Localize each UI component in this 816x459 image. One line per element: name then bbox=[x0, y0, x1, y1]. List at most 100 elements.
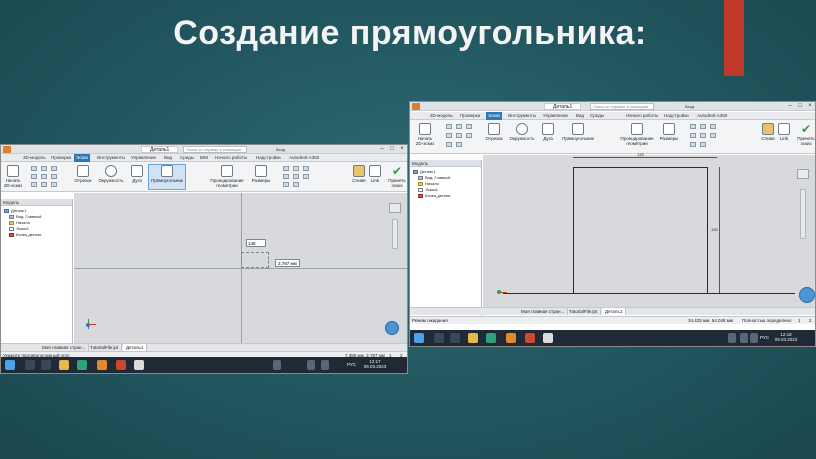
tool-icon[interactable] bbox=[31, 182, 37, 187]
tab-sketch[interactable]: Эскиз bbox=[74, 154, 91, 162]
constraint-icon[interactable] bbox=[710, 133, 716, 138]
create-button[interactable]: Create bbox=[351, 165, 367, 183]
start-2d-sketch-button[interactable]: Начать 2D-эскиз bbox=[414, 123, 436, 146]
tab-sketch[interactable]: Эскиз bbox=[486, 112, 503, 120]
project-geometry-button[interactable]: Проецирование геометрии bbox=[616, 123, 658, 146]
tab-inspect[interactable]: Проверка bbox=[460, 112, 480, 120]
doc-tab-home[interactable]: Моя главная стран... bbox=[39, 344, 90, 351]
start-2d-sketch-button[interactable]: Начать 2D-эскиз bbox=[3, 165, 23, 188]
doc-tab-tutorial[interactable]: TutorialFile.ipt bbox=[87, 344, 123, 351]
volume-icon[interactable] bbox=[740, 333, 748, 343]
task-view-icon[interactable] bbox=[41, 360, 51, 370]
constraint-icon[interactable] bbox=[293, 166, 299, 171]
rectangle-button[interactable]: Прямоугольник bbox=[560, 123, 596, 141]
tab-getting-started[interactable]: Начало работы bbox=[215, 154, 247, 162]
tool-icon[interactable] bbox=[456, 133, 462, 138]
tool-icon[interactable] bbox=[51, 166, 57, 171]
tool-icon[interactable] bbox=[456, 124, 462, 129]
system-clock[interactable]: 12:17 09.03.2023 bbox=[361, 359, 389, 369]
finish-sketch-button[interactable]: ✔ Принять эскиз bbox=[387, 165, 407, 188]
wifi-icon[interactable] bbox=[273, 360, 281, 370]
tool-icon[interactable] bbox=[466, 124, 472, 129]
arc-button[interactable]: Дуга bbox=[540, 123, 556, 141]
tool-icon[interactable] bbox=[466, 133, 472, 138]
project-geometry-button[interactable]: Проецирование геометрии bbox=[206, 165, 248, 188]
navigation-bar[interactable] bbox=[392, 219, 398, 249]
input-language[interactable]: РУС bbox=[760, 335, 769, 340]
tool-icon[interactable] bbox=[31, 174, 37, 179]
constraint-icon[interactable] bbox=[283, 166, 289, 171]
rectangle-button[interactable]: Прямоугольник bbox=[148, 164, 186, 190]
file-explorer-icon[interactable] bbox=[468, 333, 478, 343]
dimension-button[interactable]: Размеры bbox=[659, 123, 679, 141]
constraint-icon[interactable] bbox=[303, 174, 309, 179]
finish-sketch-button[interactable]: ✔ Принять эскиз bbox=[796, 123, 815, 146]
tool-icon[interactable] bbox=[41, 174, 47, 179]
doc-tab-tutorial[interactable]: TutorialFile.ipt bbox=[566, 308, 602, 315]
tab-3d-model[interactable]: 3D-модель bbox=[430, 112, 453, 120]
tree-item-end-of-part[interactable]: Конец детали bbox=[413, 193, 481, 199]
tab-addins[interactable]: Надстройки bbox=[256, 154, 281, 162]
constraint-icon[interactable] bbox=[690, 124, 696, 129]
navigation-wheel-icon[interactable] bbox=[385, 321, 399, 335]
navigation-bar[interactable] bbox=[800, 189, 806, 239]
close-icon[interactable]: × bbox=[397, 145, 407, 154]
sign-in-link[interactable]: Вход bbox=[276, 146, 285, 153]
circle-button[interactable]: Окружность bbox=[97, 165, 125, 183]
tab-3d-model[interactable]: 3D-модель bbox=[23, 154, 46, 162]
doc-tab-part1[interactable]: Деталь1 bbox=[123, 344, 148, 351]
help-search-input[interactable]: Поиск по справке и командам bbox=[183, 146, 247, 153]
edge-icon[interactable] bbox=[77, 360, 87, 370]
close-icon[interactable]: × bbox=[805, 102, 815, 111]
file-explorer-icon[interactable] bbox=[59, 360, 69, 370]
maximize-icon[interactable]: □ bbox=[795, 102, 805, 111]
search-icon[interactable] bbox=[25, 360, 35, 370]
constraint-icon[interactable] bbox=[700, 133, 706, 138]
graphics-canvas[interactable]: 148 2,787 мм bbox=[74, 193, 407, 343]
battery-icon[interactable] bbox=[750, 333, 758, 343]
inventor-app-icon[interactable] bbox=[412, 103, 420, 110]
inventor-icon[interactable] bbox=[506, 333, 516, 343]
constraint-icon[interactable] bbox=[293, 182, 299, 187]
inventor-app-icon[interactable] bbox=[3, 146, 11, 153]
chrome-icon[interactable] bbox=[543, 333, 553, 343]
tool-icon[interactable] bbox=[456, 142, 462, 147]
tool-icon[interactable] bbox=[51, 174, 57, 179]
line-button[interactable]: Отрезок bbox=[484, 123, 504, 141]
wifi-icon[interactable] bbox=[728, 333, 736, 343]
tab-environments[interactable]: Среды bbox=[590, 112, 604, 120]
view-cube-icon[interactable] bbox=[797, 169, 809, 179]
tab-environments[interactable]: Среды bbox=[180, 154, 194, 162]
search-icon[interactable] bbox=[434, 333, 444, 343]
tab-manage[interactable]: Управление bbox=[131, 154, 156, 162]
tab-tools[interactable]: Инструменты bbox=[97, 154, 125, 162]
minimize-icon[interactable]: – bbox=[785, 102, 795, 111]
constraint-icon[interactable] bbox=[293, 174, 299, 179]
tab-view[interactable]: Вид bbox=[576, 112, 584, 120]
circle-button[interactable]: Окружность bbox=[508, 123, 536, 141]
constraint-icon[interactable] bbox=[283, 182, 289, 187]
tool-icon[interactable] bbox=[31, 166, 37, 171]
sign-in-link[interactable]: Вход bbox=[685, 103, 694, 110]
windows-start-icon[interactable] bbox=[5, 360, 15, 370]
constraint-icon[interactable] bbox=[700, 124, 706, 129]
tab-inspect[interactable]: Проверка bbox=[51, 154, 71, 162]
tool-icon[interactable] bbox=[51, 182, 57, 187]
doc-tab-part1[interactable]: Деталь1 bbox=[602, 308, 627, 315]
constraint-icon[interactable] bbox=[690, 142, 696, 147]
maximize-icon[interactable]: □ bbox=[387, 145, 397, 154]
constraint-icon[interactable] bbox=[283, 174, 289, 179]
help-search-input[interactable]: Поиск по справке и командам bbox=[590, 103, 654, 110]
minimize-icon[interactable]: – bbox=[377, 145, 387, 154]
line-button[interactable]: Отрезок bbox=[73, 165, 93, 183]
tab-manage[interactable]: Управление bbox=[543, 112, 568, 120]
arc-button[interactable]: Дуга bbox=[129, 165, 145, 183]
link-button[interactable]: Link bbox=[368, 165, 382, 183]
graphics-canvas[interactable]: 133 130 bbox=[483, 152, 815, 307]
task-view-icon[interactable] bbox=[450, 333, 460, 343]
tool-icon[interactable] bbox=[446, 133, 452, 138]
powerpoint-icon[interactable] bbox=[525, 333, 535, 343]
powerpoint-icon[interactable] bbox=[116, 360, 126, 370]
constraint-icon[interactable] bbox=[700, 142, 706, 147]
volume-icon[interactable] bbox=[307, 360, 315, 370]
